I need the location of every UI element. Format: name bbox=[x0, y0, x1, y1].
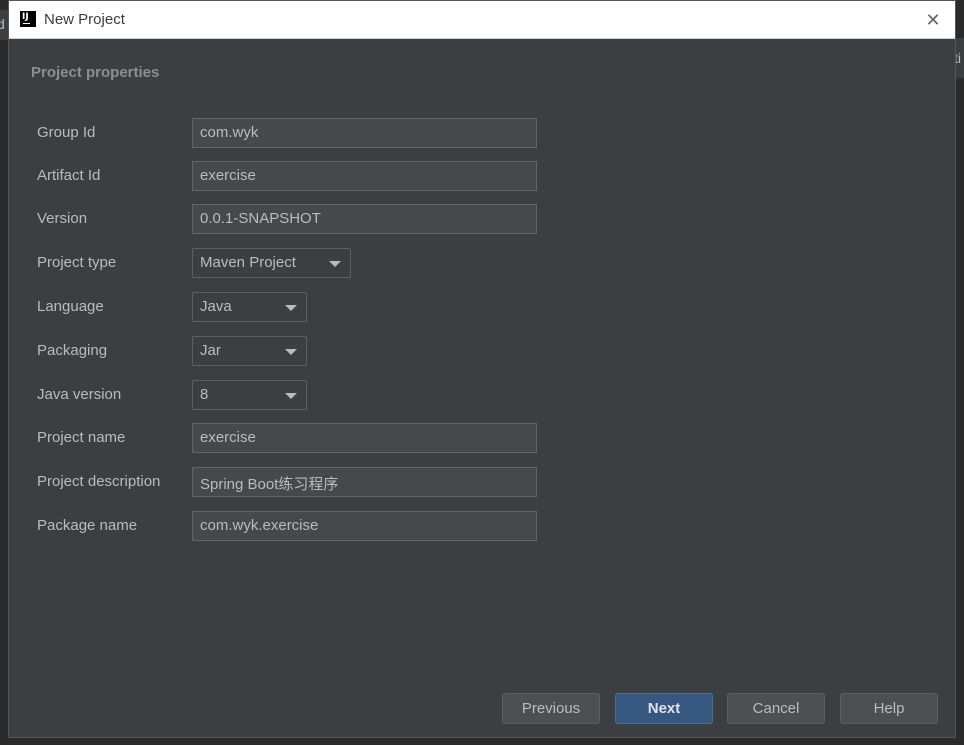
packaging-row: Packaging Jar bbox=[9, 336, 955, 366]
dialog-titlebar: IJ New Project ✕ bbox=[9, 1, 955, 39]
project-name-row: Project name exercise bbox=[9, 423, 955, 453]
language-value: Java bbox=[200, 298, 232, 315]
section-title: Project properties bbox=[31, 64, 160, 81]
artifact-id-field[interactable]: exercise bbox=[192, 161, 537, 191]
project-description-label: Project description bbox=[37, 473, 161, 490]
package-name-row: Package name com.wyk.exercise bbox=[9, 511, 955, 541]
next-button[interactable]: Next bbox=[615, 693, 713, 724]
package-name-label: Package name bbox=[37, 517, 138, 534]
java-version-label: Java version bbox=[37, 386, 122, 403]
new-project-dialog: IJ New Project ✕ Project properties Grou… bbox=[8, 0, 956, 738]
java-version-select[interactable]: 8 bbox=[192, 380, 307, 410]
artifact-id-label: Artifact Id bbox=[37, 167, 101, 184]
close-icon[interactable]: ✕ bbox=[923, 10, 943, 30]
packaging-value: Jar bbox=[200, 342, 221, 359]
package-name-field[interactable]: com.wyk.exercise bbox=[192, 511, 537, 541]
java-version-value: 8 bbox=[200, 386, 209, 403]
packaging-select[interactable]: Jar bbox=[192, 336, 307, 366]
language-select[interactable]: Java bbox=[192, 292, 307, 322]
java-version-row: Java version 8 bbox=[9, 380, 955, 410]
project-type-select[interactable]: Maven Project bbox=[192, 248, 351, 278]
packaging-label: Packaging bbox=[37, 342, 108, 359]
project-type-row: Project type Maven Project bbox=[9, 248, 955, 278]
language-label: Language bbox=[37, 298, 104, 315]
group-id-label: Group Id bbox=[37, 124, 96, 141]
artifact-id-row: Artifact Id exercise bbox=[9, 161, 955, 191]
intellij-idea-icon: IJ bbox=[20, 11, 36, 27]
project-name-field[interactable]: exercise bbox=[192, 423, 537, 453]
group-id-field[interactable]: com.wyk bbox=[192, 118, 537, 148]
chevron-down-icon bbox=[285, 305, 297, 311]
previous-button[interactable]: Previous bbox=[502, 693, 600, 724]
chevron-down-icon bbox=[285, 393, 297, 399]
dialog-title: New Project bbox=[44, 11, 125, 28]
project-type-value: Maven Project bbox=[200, 254, 296, 271]
version-label: Version bbox=[37, 210, 88, 227]
project-description-row: Project description Spring Boot练习程序 bbox=[9, 467, 955, 497]
project-description-field[interactable]: Spring Boot练习程序 bbox=[192, 467, 537, 497]
language-row: Language Java bbox=[9, 292, 955, 322]
chevron-down-icon bbox=[285, 349, 297, 355]
group-id-row: Group Id com.wyk bbox=[9, 118, 955, 148]
chevron-down-icon bbox=[329, 261, 341, 267]
project-type-label: Project type bbox=[37, 254, 117, 271]
cancel-button[interactable]: Cancel bbox=[727, 693, 825, 724]
help-button[interactable]: Help bbox=[840, 693, 938, 724]
version-row: Version 0.0.1-SNAPSHOT bbox=[9, 204, 955, 234]
version-field[interactable]: 0.0.1-SNAPSHOT bbox=[192, 204, 537, 234]
project-name-label: Project name bbox=[37, 429, 126, 446]
